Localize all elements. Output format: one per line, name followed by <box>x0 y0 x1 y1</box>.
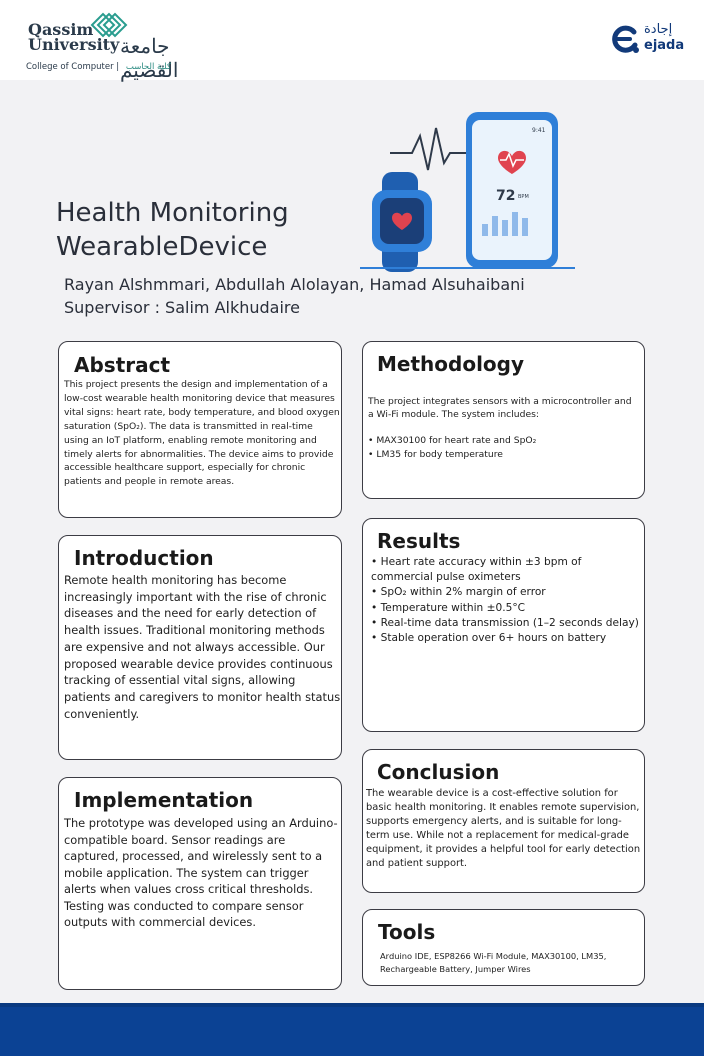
results-item-2: SpO₂ within 2% margin of error <box>380 586 546 599</box>
list-item: • LM35 for body temperature <box>368 449 503 460</box>
list-item: • Temperature within ±0.5°C <box>371 601 526 614</box>
college-separator: | <box>116 62 120 72</box>
header-bar: Qassim University جامعة القصيم College o… <box>0 0 704 82</box>
tools-heading: Tools <box>378 920 436 944</box>
methodology-heading: Methodology <box>377 352 525 376</box>
hero-illustration: 9:41 72 BPM <box>360 112 575 272</box>
results-item-4: Real-time data transmission (1–2 seconds… <box>380 616 639 629</box>
abstract-heading: Abstract <box>74 353 171 377</box>
implementation-body: The prototype was developed using an Ard… <box>64 816 338 929</box>
footer-band <box>0 1003 704 1056</box>
implementation-heading: Implementation <box>74 788 254 812</box>
smartwatch-icon <box>372 172 432 272</box>
university-name-ar: جامعة القصيم <box>120 34 179 82</box>
bpm-value: 72 <box>496 188 515 204</box>
conclusion-heading: Conclusion <box>377 760 500 784</box>
conclusion-body: The wearable device is a cost-effective … <box>366 788 641 869</box>
introduction-body: Remote health monitoring has become incr… <box>64 573 341 721</box>
college-name-ar: كلية الحاسب <box>125 62 172 72</box>
results-heading: Results <box>377 529 461 553</box>
phone-time: 9:41 <box>532 127 546 134</box>
list-item: • Real-time data transmission (1–2 secon… <box>371 616 639 629</box>
tools-card: Tools Arduino IDE, ESP8266 Wi-Fi Module,… <box>362 909 645 986</box>
abstract-body: This project presents the design and imp… <box>64 379 340 488</box>
conclusion-card: Conclusion The wearable device is a cost… <box>362 749 645 893</box>
footer-stripe <box>0 1003 704 1007</box>
methodology-item-1: MAX30100 for heart rate and SpO₂ <box>376 435 537 446</box>
list-item: • Stable operation over 6+ hours on batt… <box>371 632 607 645</box>
list-item: • MAX30100 for heart rate and SpO₂ <box>368 435 537 446</box>
qassim-university-logo: Qassim University جامعة القصيم College o… <box>24 8 214 82</box>
smartphone-icon: 9:41 72 BPM <box>466 112 558 268</box>
college-name: College of Computer | كلية الحاسب <box>26 62 171 72</box>
methodology-list: • MAX30100 for heart rate and SpO₂ • LM3… <box>368 434 536 462</box>
supervisor: Supervisor : Salim Alkhudaire <box>64 298 300 317</box>
partner-name-en: ejada <box>644 38 685 53</box>
university-name-en: Qassim University <box>28 22 120 54</box>
list-item: • Heart rate accuracy within ±3 bpm of c… <box>371 556 582 584</box>
ejada-logo-icon <box>612 25 639 53</box>
results-item-1: Heart rate accuracy within ±3 bpm of com… <box>371 556 582 584</box>
ejada-logo: إجادة ejada <box>610 22 690 58</box>
introduction-heading: Introduction <box>74 546 214 570</box>
results-item-3: Temperature within ±0.5°C <box>380 601 526 614</box>
partner-name-ar: إجادة <box>644 22 673 37</box>
introduction-card: Introduction Remote health monitoring ha… <box>58 535 342 760</box>
methodology-item-2: LM35 for body temperature <box>376 449 503 460</box>
methodology-card: Methodology The project integrates senso… <box>362 341 645 499</box>
pulse-wave-icon <box>390 127 468 171</box>
list-item: • SpO₂ within 2% margin of error <box>371 586 546 599</box>
results-item-5: Stable operation over 6+ hours on batter… <box>380 632 607 645</box>
results-list: • Heart rate accuracy within ±3 bpm of c… <box>371 555 639 646</box>
bpm-unit: BPM <box>518 194 529 200</box>
university-name-line2: University <box>28 35 120 54</box>
abstract-card: Abstract This project presents the desig… <box>58 341 342 518</box>
poster-title: Health Monitoring WearableDevice <box>56 198 289 262</box>
results-card: Results • Heart rate accuracy within ±3 … <box>362 518 645 732</box>
tools-body: Arduino IDE, ESP8266 Wi-Fi Module, MAX30… <box>380 951 607 974</box>
methodology-body: The project integrates sensors with a mi… <box>368 396 632 420</box>
college-name-en: College of Computer <box>26 62 114 72</box>
implementation-card: Implementation The prototype was develop… <box>58 777 342 990</box>
